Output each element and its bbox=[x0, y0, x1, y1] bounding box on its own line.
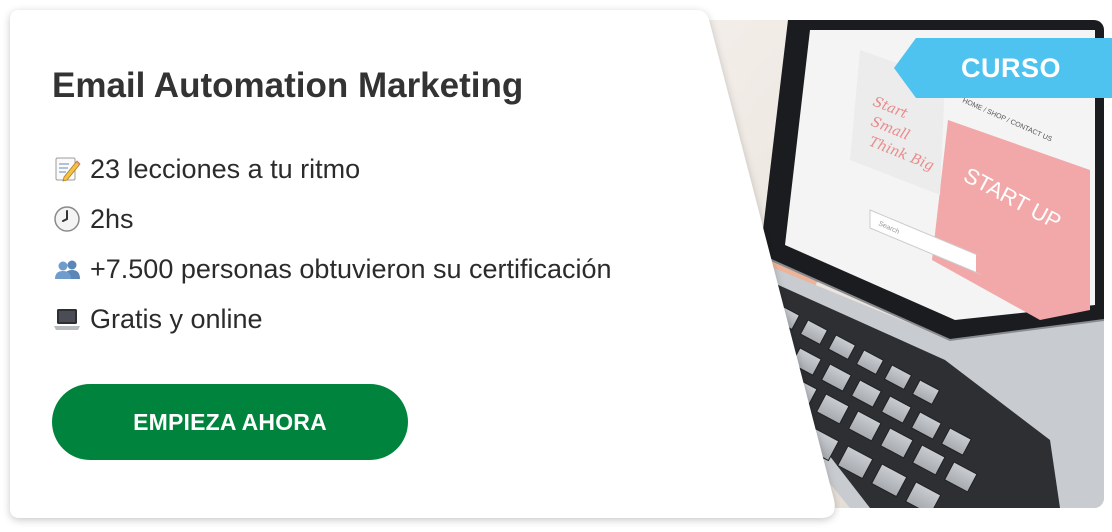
feature-text: 23 lecciones a tu ritmo bbox=[90, 153, 361, 184]
feature-list: 23 lecciones a tu ritmo 2hs +7.500 perso… bbox=[52, 144, 612, 344]
feature-text: Gratis y online bbox=[90, 303, 263, 334]
feature-certified: +7.500 personas obtuvieron su certificac… bbox=[52, 244, 612, 294]
feature-duration: 2hs bbox=[52, 194, 612, 244]
course-banner: START UP Start Small Think Big HOME / SH… bbox=[0, 0, 1112, 532]
laptop-icon bbox=[52, 304, 82, 334]
feature-text: 2hs bbox=[90, 203, 134, 234]
memo-pencil-icon bbox=[52, 154, 82, 184]
start-now-button[interactable]: EMPIEZA AHORA bbox=[52, 384, 408, 460]
badge-label: CURSO bbox=[960, 53, 1061, 83]
course-card: Email Automation Marketing 23 lecciones … bbox=[0, 0, 840, 532]
feature-lessons: 23 lecciones a tu ritmo bbox=[52, 144, 612, 194]
feature-text: +7.500 personas obtuvieron su certificac… bbox=[90, 253, 612, 284]
course-title: Email Automation Marketing bbox=[52, 66, 524, 105]
people-icon bbox=[52, 254, 82, 284]
clock-icon bbox=[52, 204, 82, 234]
course-badge: CURSO bbox=[894, 38, 1112, 98]
feature-free: Gratis y online bbox=[52, 294, 612, 344]
